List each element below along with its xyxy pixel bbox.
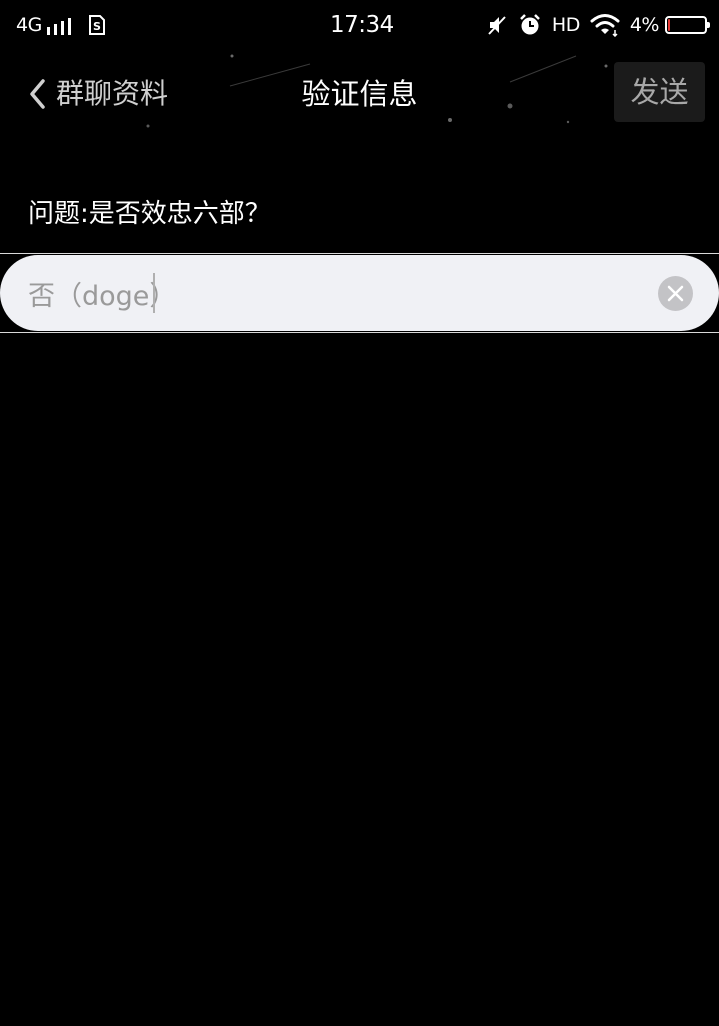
close-icon [667, 285, 684, 302]
clear-input-button[interactable] [658, 276, 693, 311]
hd-label: HD [551, 14, 580, 36]
svg-text:S: S [93, 20, 101, 33]
text-caret [153, 273, 155, 313]
network-type-label: 4G [16, 14, 42, 36]
status-time: 17:34 [330, 12, 394, 38]
battery-level-fill [668, 19, 670, 31]
verification-question: 问题:是否效忠六部？ [28, 199, 271, 229]
mute-icon [488, 16, 506, 35]
wifi-icon [590, 14, 620, 37]
page-title: 验证信息 [301, 77, 418, 111]
status-bar: 4G S 17:34 HD 4% [0, 0, 719, 50]
alarm-icon [520, 14, 540, 35]
answer-input-pill[interactable] [0, 255, 719, 331]
answer-input[interactable] [28, 265, 628, 321]
send-button[interactable]: 发送 [614, 62, 705, 122]
answer-field [0, 253, 719, 333]
battery-icon [665, 16, 710, 34]
battery-percent: 4% [629, 14, 660, 36]
status-right: HD 4% [476, 12, 710, 38]
sim-icon: S [88, 15, 105, 35]
status-left: 4G S [16, 12, 107, 38]
nav-bar: 群聊资料 验证信息 发送 [0, 60, 719, 128]
signal-icon [46, 15, 75, 35]
